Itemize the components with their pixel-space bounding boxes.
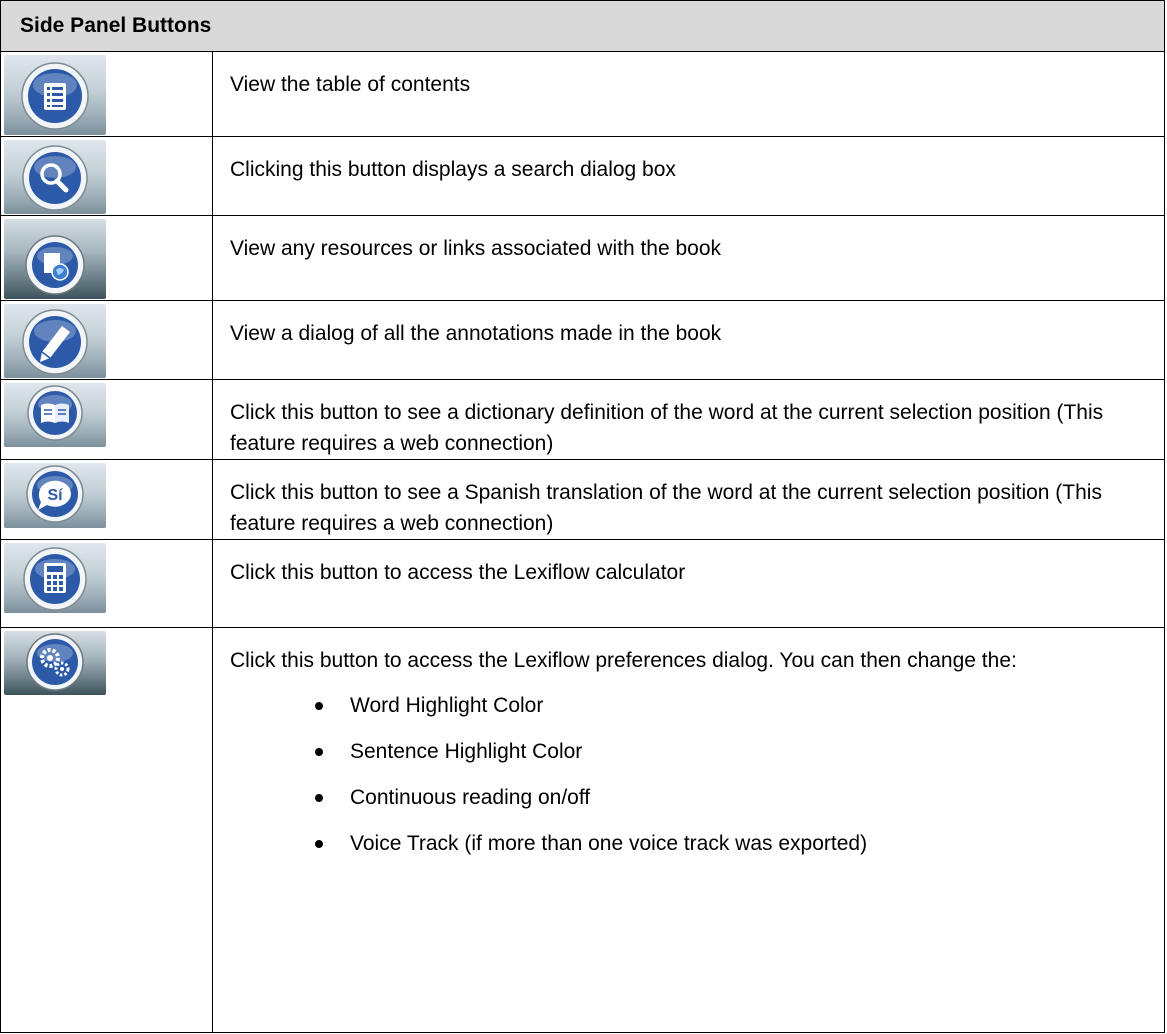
- row-description: Click this button to access the Lexiflow…: [230, 649, 1017, 672]
- spanish-icon-label: Sí: [47, 487, 63, 504]
- list-item: Continuous reading on/off: [230, 782, 1152, 813]
- table-row: View any resources or links associated w…: [0, 215, 1165, 301]
- table-row: View the table of contents: [0, 51, 1165, 137]
- table-of-contents-icon: [4, 55, 106, 135]
- icon-cell: [0, 136, 213, 216]
- icon-cell: Sí: [0, 459, 213, 540]
- row-description: Clicking this button displays a search d…: [212, 136, 1165, 216]
- list-item-label: Word Highlight Color: [350, 694, 544, 717]
- dictionary-book-icon: [4, 383, 106, 447]
- row-description: Click this button to see a Spanish trans…: [212, 459, 1165, 540]
- side-panel-buttons-table: Side Panel Buttons View the table of con…: [0, 0, 1165, 1033]
- row-description: Click this button to see a dictionary de…: [212, 379, 1165, 460]
- annotations-pencil-icon: [4, 304, 106, 378]
- table-row: Clicking this button displays a search d…: [0, 136, 1165, 216]
- search-icon: [4, 140, 106, 214]
- table-row: Click this button to see a dictionary de…: [0, 379, 1165, 460]
- row-description: View a dialog of all the annotations mad…: [212, 300, 1165, 380]
- bullet-icon: [315, 702, 323, 710]
- list-item: Voice Track (if more than one voice trac…: [230, 828, 1152, 859]
- table-row: Click this button to access the Lexiflow…: [0, 539, 1165, 628]
- row-description: Click this button to access the Lexiflow…: [212, 539, 1165, 628]
- bullet-icon: [315, 794, 323, 802]
- table-row: View a dialog of all the annotations mad…: [0, 300, 1165, 380]
- icon-cell: [0, 379, 213, 460]
- preferences-description-cell: Click this button to access the Lexiflow…: [212, 627, 1165, 1033]
- row-description: View the table of contents: [212, 51, 1165, 137]
- calculator-icon: [4, 543, 106, 613]
- row-description: View any resources or links associated w…: [212, 215, 1165, 301]
- list-item-label: Voice Track (if more than one voice trac…: [350, 832, 868, 855]
- icon-cell: [0, 539, 213, 628]
- spanish-translation-icon: Sí: [4, 463, 106, 528]
- table-header-row: Side Panel Buttons: [0, 0, 1165, 52]
- table-row: Click this button to access the Lexiflow…: [0, 627, 1165, 1033]
- list-item: Sentence Highlight Color: [230, 736, 1152, 767]
- preferences-gears-icon: [4, 631, 106, 695]
- bullet-icon: [315, 840, 323, 848]
- resources-globe-icon: [4, 219, 106, 299]
- icon-cell: [0, 51, 213, 137]
- icon-cell: [0, 627, 213, 1033]
- list-item: Word Highlight Color: [230, 690, 1152, 721]
- icon-cell: [0, 300, 213, 380]
- list-item-label: Continuous reading on/off: [350, 786, 591, 809]
- table-row: Sí Click this button to see a Spanish tr…: [0, 459, 1165, 540]
- preferences-bullet-list: Word Highlight Color Sentence Highlight …: [230, 690, 1152, 859]
- bullet-icon: [315, 748, 323, 756]
- icon-cell: [0, 215, 213, 301]
- list-item-label: Sentence Highlight Color: [350, 740, 583, 763]
- table-title: Side Panel Buttons: [0, 0, 1165, 52]
